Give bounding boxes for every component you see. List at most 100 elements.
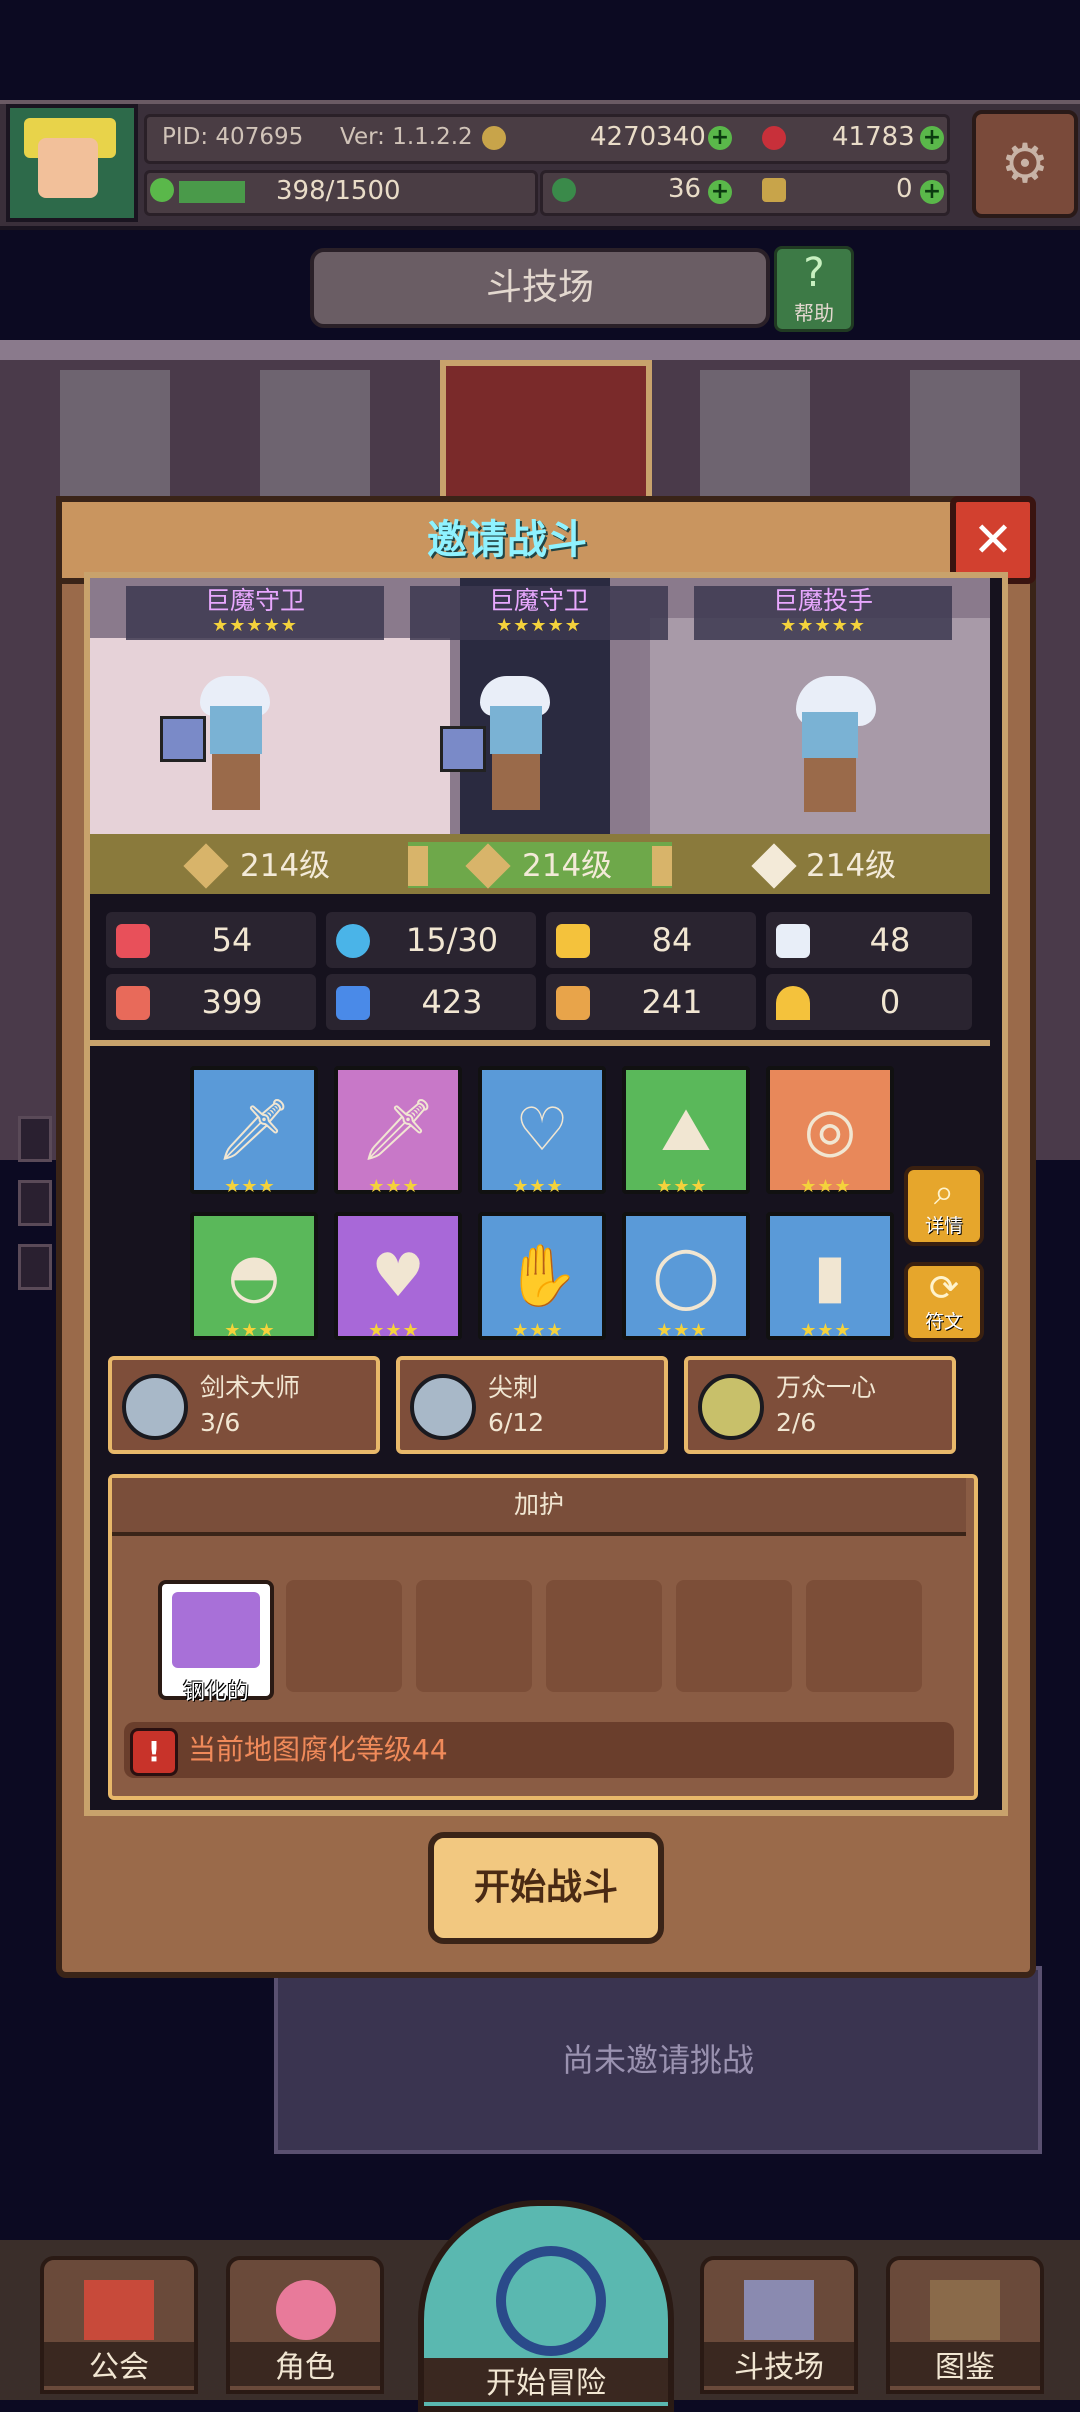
add-gold-icon[interactable]: + — [708, 126, 732, 150]
item-stars: ★★★ — [656, 1176, 708, 1197]
exp-plus-icon — [150, 178, 174, 202]
rune-button[interactable]: ⟳ 符文 — [904, 1262, 984, 1342]
book-icon — [930, 2280, 1000, 2340]
character-stars: ★★★★★ — [780, 615, 866, 636]
skill-progress: 3/6 — [200, 1408, 241, 1437]
buff-slot-empty[interactable] — [676, 1580, 792, 1692]
wing-icon — [776, 924, 810, 958]
equip-hat[interactable]: ⛰ — [622, 1066, 750, 1194]
gold-coin-icon — [482, 126, 506, 150]
item-stars: ★★★ — [224, 1176, 276, 1197]
stat-value: 0 — [879, 983, 901, 1021]
sword-icon: 🗡 — [215, 1095, 293, 1165]
troll-guard-sprite[interactable] — [160, 676, 280, 826]
blessing-title: 加护 — [513, 1490, 564, 1519]
blessing-header: 加护 — [112, 1478, 966, 1536]
buff-slot-empty[interactable] — [806, 1580, 922, 1692]
skill-name: 尖刺 — [488, 1373, 539, 1402]
add-clover-icon[interactable]: + — [708, 180, 732, 204]
magnifier-icon: ⌕ — [933, 1172, 955, 1213]
equip-necklace[interactable]: ♡ — [478, 1066, 606, 1194]
nav-start-adventure[interactable]: 开始冒险 — [418, 2200, 674, 2412]
water-drop-icon — [336, 924, 370, 958]
game-version: Ver: 1.1.2.2 — [340, 124, 473, 150]
nav-label: 公会 — [44, 2342, 194, 2386]
equip-dagger[interactable]: 🗡 — [334, 1066, 462, 1194]
stat-spell: 241 — [546, 974, 756, 1030]
divider — [90, 1040, 990, 1046]
troll-guard-sprite[interactable] — [440, 676, 560, 826]
magnifier-icon — [496, 2246, 606, 2356]
rune-label: 符文 — [924, 1311, 963, 1333]
character-name: 巨魔守卫 — [204, 586, 305, 615]
stat-health: 54 — [106, 912, 316, 968]
resource-panel — [540, 170, 950, 216]
item-stars: ★★★ — [368, 1176, 420, 1197]
help-label: 帮助 — [794, 301, 834, 325]
nav-codex[interactable]: 图鉴 — [886, 2256, 1044, 2394]
character-level: 214级 — [806, 848, 897, 884]
buff-slot-empty[interactable] — [286, 1580, 402, 1692]
swap-icon: ⟳ — [928, 1268, 960, 1309]
item-stars: ★★★ — [800, 1176, 852, 1197]
skill-swordmaster[interactable]: 剑术大师 3/6 — [108, 1356, 380, 1454]
nav-label: 开始冒险 — [424, 2358, 668, 2402]
help-button[interactable]: ? 帮助 — [774, 246, 854, 332]
nav-arena[interactable]: 斗技场 — [700, 2256, 858, 2394]
stat-value: 54 — [211, 921, 253, 959]
start-battle-button[interactable]: 开始战斗 — [428, 1832, 664, 1944]
item-stars: ★★★ — [512, 1176, 564, 1197]
fist-icon — [116, 986, 150, 1020]
stat-magic: 423 — [326, 974, 536, 1030]
nav-label: 斗技场 — [704, 2342, 854, 2386]
skill-unity[interactable]: 万众一心 2/6 — [684, 1356, 956, 1454]
scroll-icon — [556, 986, 590, 1020]
buff-slot-empty[interactable] — [416, 1580, 532, 1692]
buff-slot-tempered[interactable]: 钢化的 — [158, 1580, 274, 1705]
equip-sword[interactable]: 🗡 — [190, 1066, 318, 1194]
start-battle-label: 开始战斗 — [473, 1867, 618, 1908]
stat-attack: 399 — [106, 974, 316, 1030]
nav-guild[interactable]: 公会 — [40, 2256, 198, 2394]
player-id: PID: 407695 — [162, 124, 304, 150]
player-avatar[interactable] — [6, 104, 138, 222]
dialog-title: 邀请战斗 — [427, 517, 587, 563]
stat-value: 399 — [201, 983, 263, 1021]
armor-icon: ♥ — [371, 1241, 425, 1311]
no-challenge-text: 尚未邀请挑战 — [561, 2041, 754, 2079]
nav-character[interactable]: 角色 — [226, 2256, 384, 2394]
clover-icon — [552, 178, 576, 202]
exp-value: 398/1500 — [276, 176, 401, 206]
arena-title: 斗技场 — [485, 267, 594, 308]
add-gem-icon[interactable]: + — [920, 126, 944, 150]
stat-mana: 15/30 — [326, 912, 536, 968]
left-arrow-icon[interactable] — [408, 846, 428, 886]
close-button[interactable]: ✕ — [950, 496, 1036, 584]
details-button[interactable]: ⌕ 详情 — [904, 1166, 984, 1246]
equip-ring[interactable]: ◎ — [766, 1066, 894, 1194]
character-nameplate: 巨魔守卫 ★★★★★ — [410, 586, 668, 640]
skill-spikes[interactable]: 尖刺 6/12 — [396, 1356, 668, 1454]
gem-amount: 41783 — [832, 122, 915, 152]
stat-value: 84 — [651, 921, 693, 959]
anvil-icon — [172, 1592, 260, 1668]
stat-value: 15/30 — [405, 921, 499, 959]
add-key-icon[interactable]: + — [920, 180, 944, 204]
settings-button[interactable]: ⚙ — [972, 110, 1078, 218]
troll-thrower-sprite[interactable] — [766, 676, 886, 826]
key-amount: 0 — [896, 174, 913, 204]
nav-label: 角色 — [230, 2342, 380, 2386]
buff-slot-empty[interactable] — [546, 1580, 662, 1692]
crossed-swords-icon — [744, 2280, 814, 2340]
glove-icon: ✋ — [504, 1241, 580, 1311]
right-arrow-icon[interactable] — [652, 846, 672, 886]
hat-icon: ⛰ — [660, 1095, 712, 1165]
necklace-icon: ♡ — [515, 1095, 569, 1165]
mountain-skill-icon — [698, 1374, 764, 1440]
character-level: 214级 — [522, 848, 613, 884]
key-icon — [762, 178, 786, 202]
question-icon: ? — [803, 250, 825, 296]
stat-value: 423 — [421, 983, 483, 1021]
character-level: 214级 — [240, 848, 331, 884]
gear-icon: ⚙ — [1000, 132, 1050, 195]
